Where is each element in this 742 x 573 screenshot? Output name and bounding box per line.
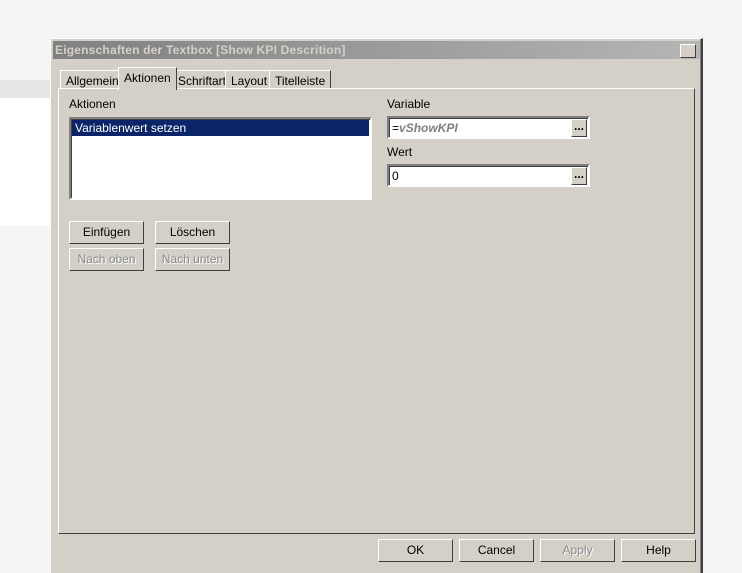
wert-browse-button[interactable]: ...: [571, 167, 587, 185]
help-button[interactable]: Help: [621, 539, 696, 562]
tab-panel: Aktionen Variablenwert setzen Variable =…: [58, 88, 695, 534]
dialog-title: Eigenschaften der Textbox [Show KPI Desc…: [55, 43, 346, 57]
actions-label: Aktionen: [69, 97, 116, 111]
list-item[interactable]: Variablenwert setzen: [72, 120, 369, 136]
background-band: [0, 80, 52, 98]
apply-button[interactable]: Apply: [540, 539, 615, 562]
background-panel: [0, 98, 52, 226]
cancel-button[interactable]: Cancel: [459, 539, 534, 562]
variable-value: vShowKPI: [399, 121, 458, 135]
variable-label: Variable: [387, 97, 431, 111]
title-bar[interactable]: Eigenschaften der Textbox [Show KPI Desc…: [53, 41, 700, 59]
tab-allgemein[interactable]: Allgemein: [60, 70, 125, 89]
tab-schriftart[interactable]: Schriftart: [172, 70, 233, 89]
ok-button[interactable]: OK: [378, 539, 453, 562]
move-down-button[interactable]: Nach unten: [155, 248, 230, 271]
wert-field[interactable]: 0 ...: [387, 164, 590, 187]
properties-dialog: Eigenschaften der Textbox [Show KPI Desc…: [50, 38, 703, 573]
wert-value: 0: [392, 169, 399, 183]
tab-titelleiste[interactable]: Titelleiste: [269, 70, 332, 89]
tab-layout[interactable]: Layout: [225, 70, 274, 89]
move-up-button[interactable]: Nach oben: [69, 248, 144, 271]
variable-field[interactable]: =vShowKPI ...: [387, 116, 590, 139]
actions-list[interactable]: Variablenwert setzen: [69, 117, 372, 200]
insert-button[interactable]: Einfügen: [69, 221, 144, 244]
tab-aktionen[interactable]: Aktionen: [118, 67, 177, 90]
variable-prefix: =: [392, 121, 400, 135]
delete-button[interactable]: Löschen: [155, 221, 230, 244]
wert-label: Wert: [387, 145, 413, 159]
variable-browse-button[interactable]: ...: [571, 119, 587, 137]
close-icon[interactable]: X: [680, 44, 696, 58]
